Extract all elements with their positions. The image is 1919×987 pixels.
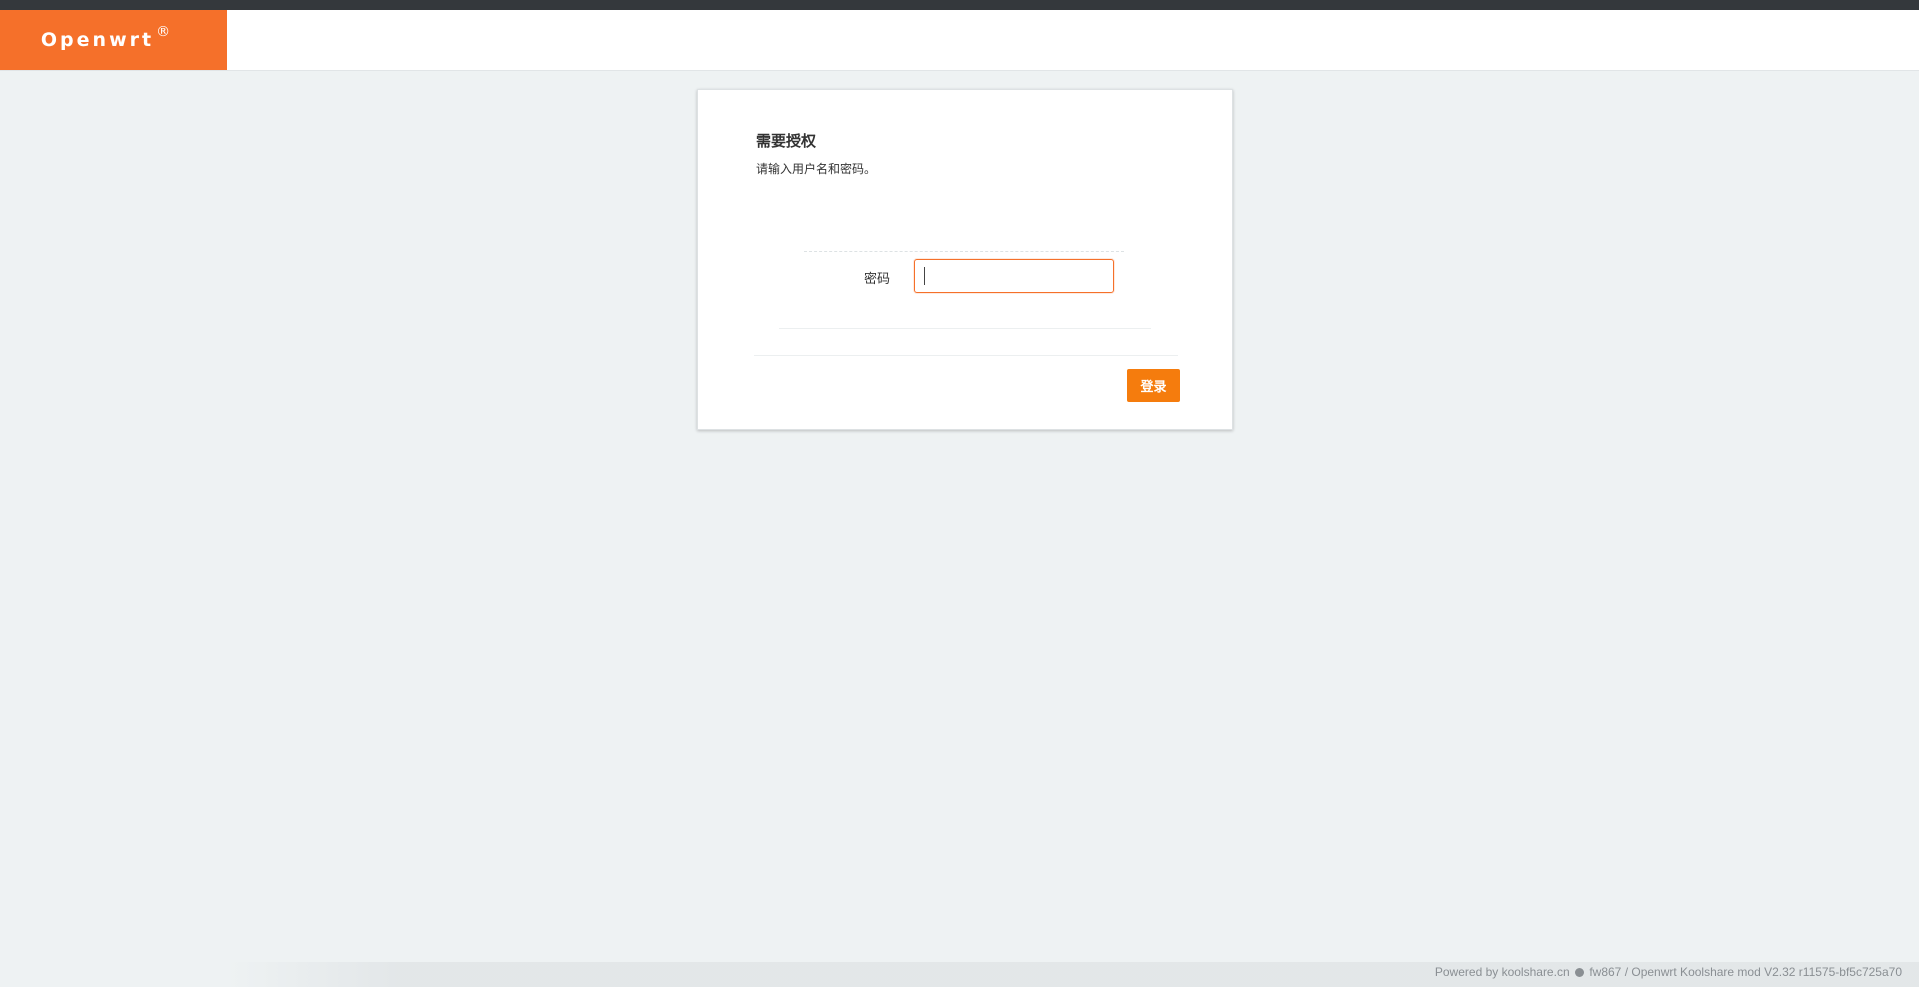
password-label: 密码 — [864, 272, 891, 287]
firmware-link[interactable]: fw867 — [1589, 965, 1621, 979]
password-input[interactable] — [914, 259, 1114, 293]
text-caret — [924, 267, 925, 285]
brand-logo[interactable]: Openwrt ® — [0, 10, 227, 70]
auth-title: 需要授权 — [756, 132, 817, 150]
powered-by-link[interactable]: Powered by koolshare.cn — [1435, 965, 1570, 979]
dot-icon — [1574, 968, 1584, 977]
login-card: 需要授权 请输入用户名和密码。 密码 登录 — [697, 89, 1233, 430]
footer: Powered by koolshare.cn fw867 / Openwrt … — [1435, 965, 1902, 979]
auth-description: 请输入用户名和密码。 — [756, 162, 877, 176]
brand-name: Openwrt — [40, 29, 155, 51]
header: Openwrt ® — [0, 10, 1919, 71]
registered-mark: ® — [156, 24, 171, 40]
divider — [779, 328, 1151, 329]
login-button[interactable]: 登录 — [1127, 369, 1180, 402]
firmware-version: Openwrt Koolshare mod V2.32 r11575-bf5c7… — [1631, 965, 1902, 979]
divider — [754, 355, 1178, 356]
divider — [804, 251, 1124, 252]
footer-separator: / — [1624, 965, 1629, 979]
top-bar — [0, 0, 1919, 10]
